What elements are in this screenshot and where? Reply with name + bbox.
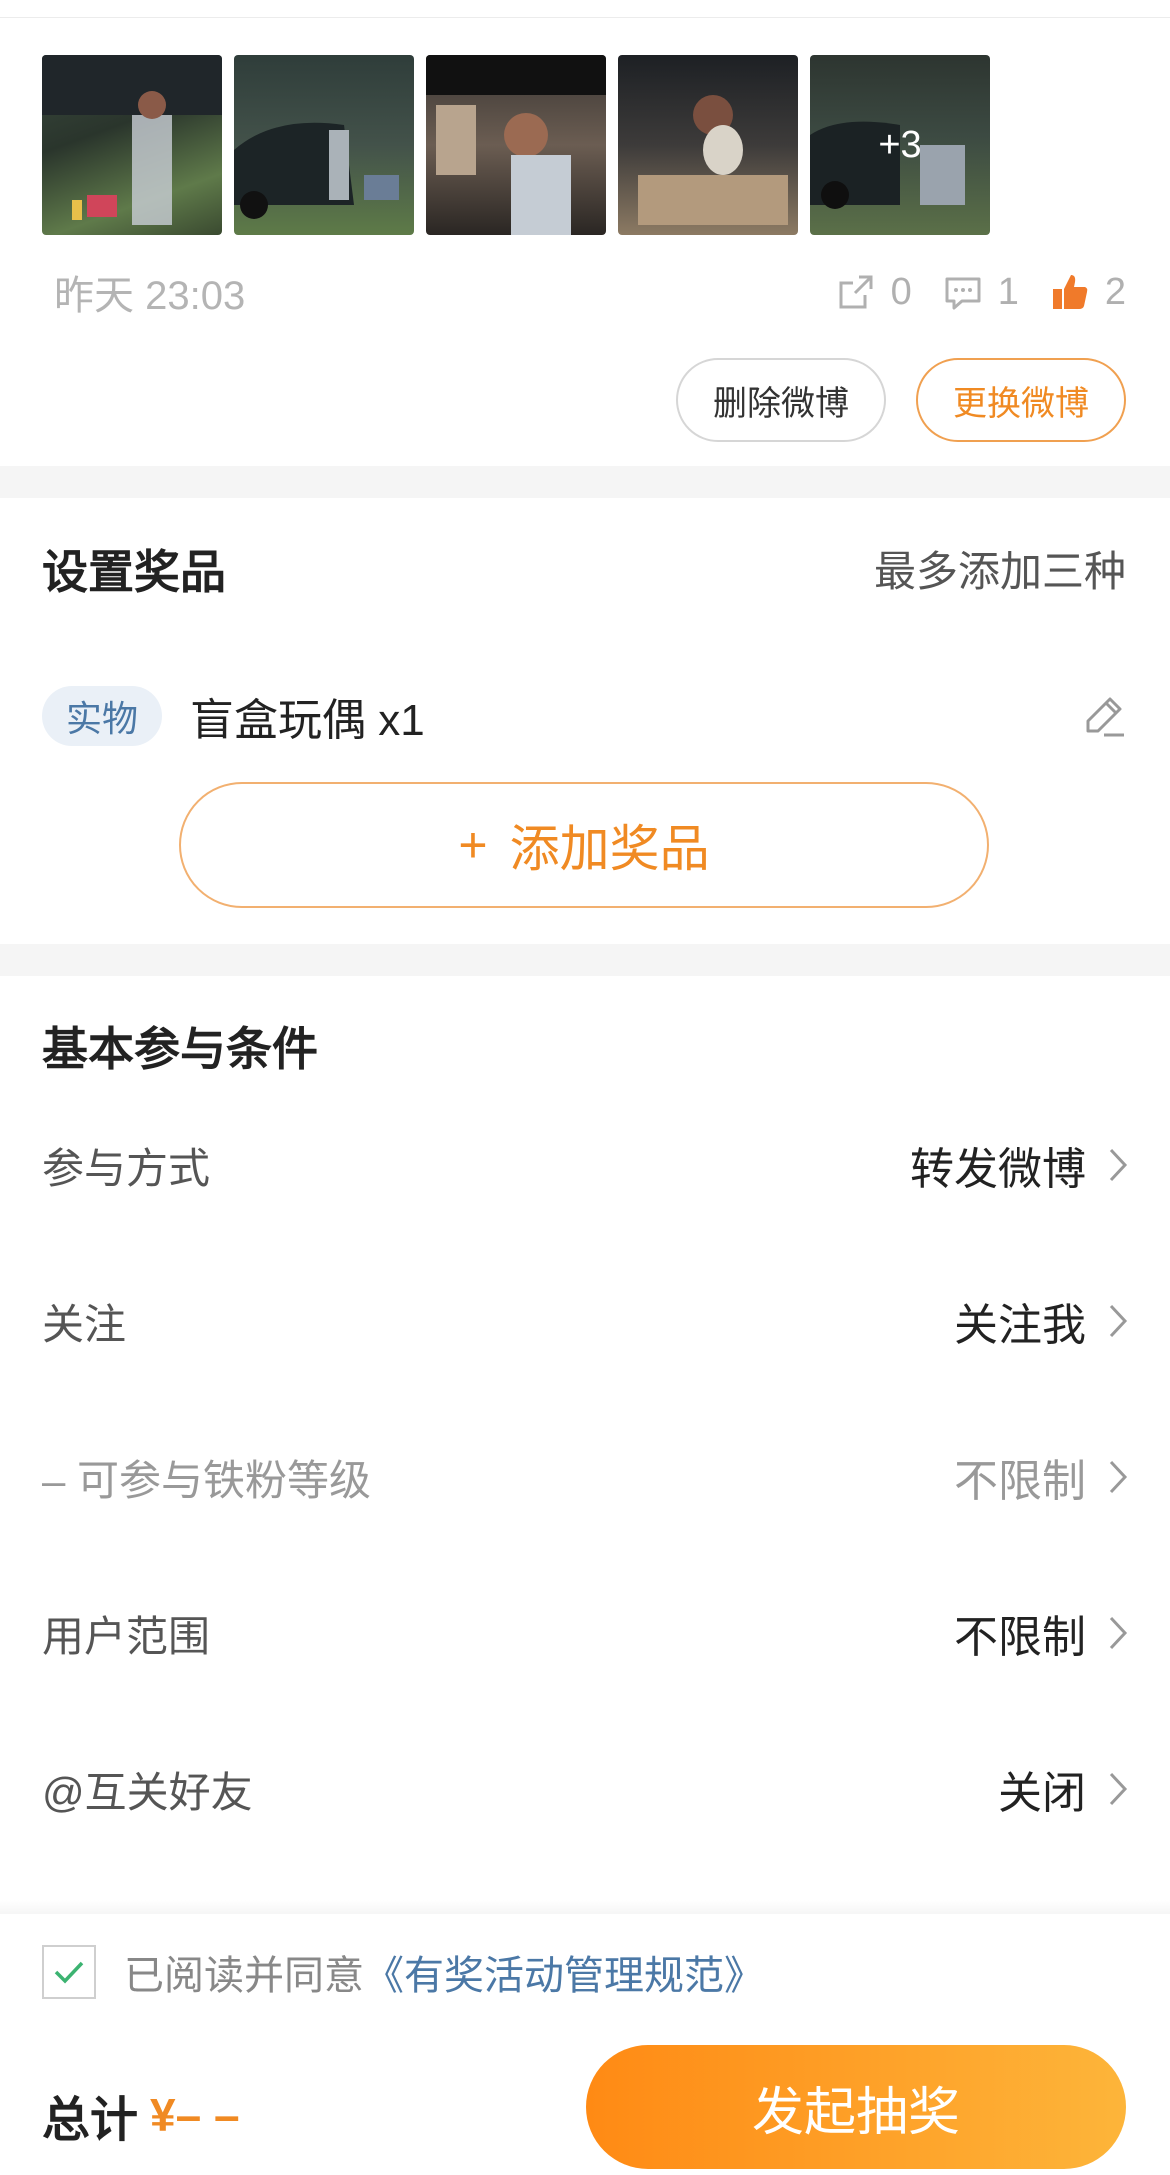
checkmark-icon — [54, 1961, 84, 1984]
photo-graphic — [426, 55, 606, 235]
plus-icon: + — [458, 817, 488, 873]
prize-limit-note: 最多添加三种 — [873, 548, 1126, 595]
top-divider — [0, 0, 1170, 18]
agree-text: 已阅读并同意 — [124, 1954, 364, 1998]
share-stat[interactable]: 0 — [835, 271, 912, 314]
condition-row-user-scope[interactable]: 用户范围 不限制 — [42, 1593, 1128, 1673]
prize-name: 盲盒玩偶 x1 — [190, 696, 425, 745]
condition-value: 转发微博 — [910, 1145, 1086, 1194]
thumbnail-image[interactable] — [234, 55, 414, 235]
like-count: 2 — [1104, 270, 1126, 313]
condition-row-fan-level[interactable]: – 可参与铁粉等级 不限制 — [42, 1437, 1128, 1517]
conditions-section-title: 基本参与条件 — [42, 1023, 318, 1075]
change-post-button[interactable]: 更换微博 — [916, 358, 1126, 442]
footer-shadow — [0, 1900, 1170, 1914]
like-stat[interactable]: 2 — [1049, 271, 1126, 314]
chevron-right-icon — [1109, 1616, 1128, 1650]
chevron-right-icon — [1109, 1460, 1128, 1494]
edit-icon[interactable] — [1080, 691, 1128, 739]
share-icon — [839, 275, 873, 309]
comment-stat[interactable]: 1 — [942, 271, 1019, 314]
prize-item: 实物 盲盒玩偶 x1 — [42, 685, 1128, 747]
add-prize-button[interactable]: + 添加奖品 — [179, 782, 989, 908]
thumbs-up-icon — [1052, 275, 1088, 309]
condition-row-mention-friends[interactable]: @互关好友 关闭 — [42, 1749, 1128, 1829]
photo-graphic — [638, 95, 788, 225]
prize-section-title: 设置奖品 — [42, 546, 226, 598]
condition-value: 不限制 — [954, 1457, 1086, 1506]
thumbnail-image[interactable] — [618, 55, 798, 235]
section-divider — [0, 944, 1170, 976]
photo-graphic — [42, 55, 222, 225]
condition-label: – 可参与铁粉等级 — [42, 1456, 372, 1504]
more-photos-count: +3 — [878, 123, 922, 166]
thumbnail-image[interactable]: +3 — [810, 55, 990, 235]
photo-graphic — [234, 122, 399, 219]
prize-type-tag: 实物 — [42, 686, 163, 746]
chevron-right-icon — [1109, 1772, 1128, 1806]
add-prize-label: 添加奖品 — [509, 821, 710, 877]
delete-post-button[interactable]: 删除微博 — [676, 358, 886, 442]
section-divider — [0, 466, 1170, 498]
condition-label: 用户范围 — [42, 1612, 211, 1660]
total-summary: 总计 ¥– – — [42, 2080, 240, 2150]
total-label: 总计 — [42, 2094, 139, 2147]
launch-lottery-button[interactable]: 发起抽奖 — [586, 2045, 1126, 2169]
agreement-row: 已阅读并同意 《有奖活动管理规范》 — [42, 1944, 764, 2000]
agree-checkbox[interactable] — [42, 1945, 96, 1999]
condition-row-follow[interactable]: 关注 关注我 — [42, 1281, 1128, 1361]
thumbnail-image[interactable] — [42, 55, 222, 235]
condition-value: 不限制 — [954, 1613, 1086, 1662]
comment-icon — [945, 277, 981, 310]
condition-value: 关注我 — [954, 1301, 1086, 1350]
post-thumbnails: +3 — [42, 55, 990, 235]
share-count: 0 — [890, 270, 912, 313]
post-time: 昨天 23:03 — [54, 274, 246, 318]
condition-label: 关注 — [42, 1300, 127, 1348]
post-meta-row: 昨天 23:03 0 1 2 — [54, 262, 1126, 322]
comment-count: 1 — [997, 270, 1019, 313]
thumbnail-image[interactable] — [426, 55, 606, 235]
condition-label: @互关好友 — [42, 1768, 253, 1816]
condition-row-participation[interactable]: 参与方式 转发微博 — [42, 1125, 1128, 1205]
chevron-right-icon — [1109, 1304, 1128, 1338]
total-value: ¥– – — [150, 2089, 240, 2141]
condition-value: 关闭 — [998, 1769, 1086, 1818]
condition-label: 参与方式 — [42, 1144, 211, 1192]
rules-link[interactable]: 《有奖活动管理规范》 — [364, 1943, 764, 2001]
chevron-right-icon — [1109, 1148, 1128, 1182]
post-stats: 0 1 2 — [805, 271, 1126, 314]
post-actions: 删除微博 更换微博 — [676, 358, 1126, 442]
